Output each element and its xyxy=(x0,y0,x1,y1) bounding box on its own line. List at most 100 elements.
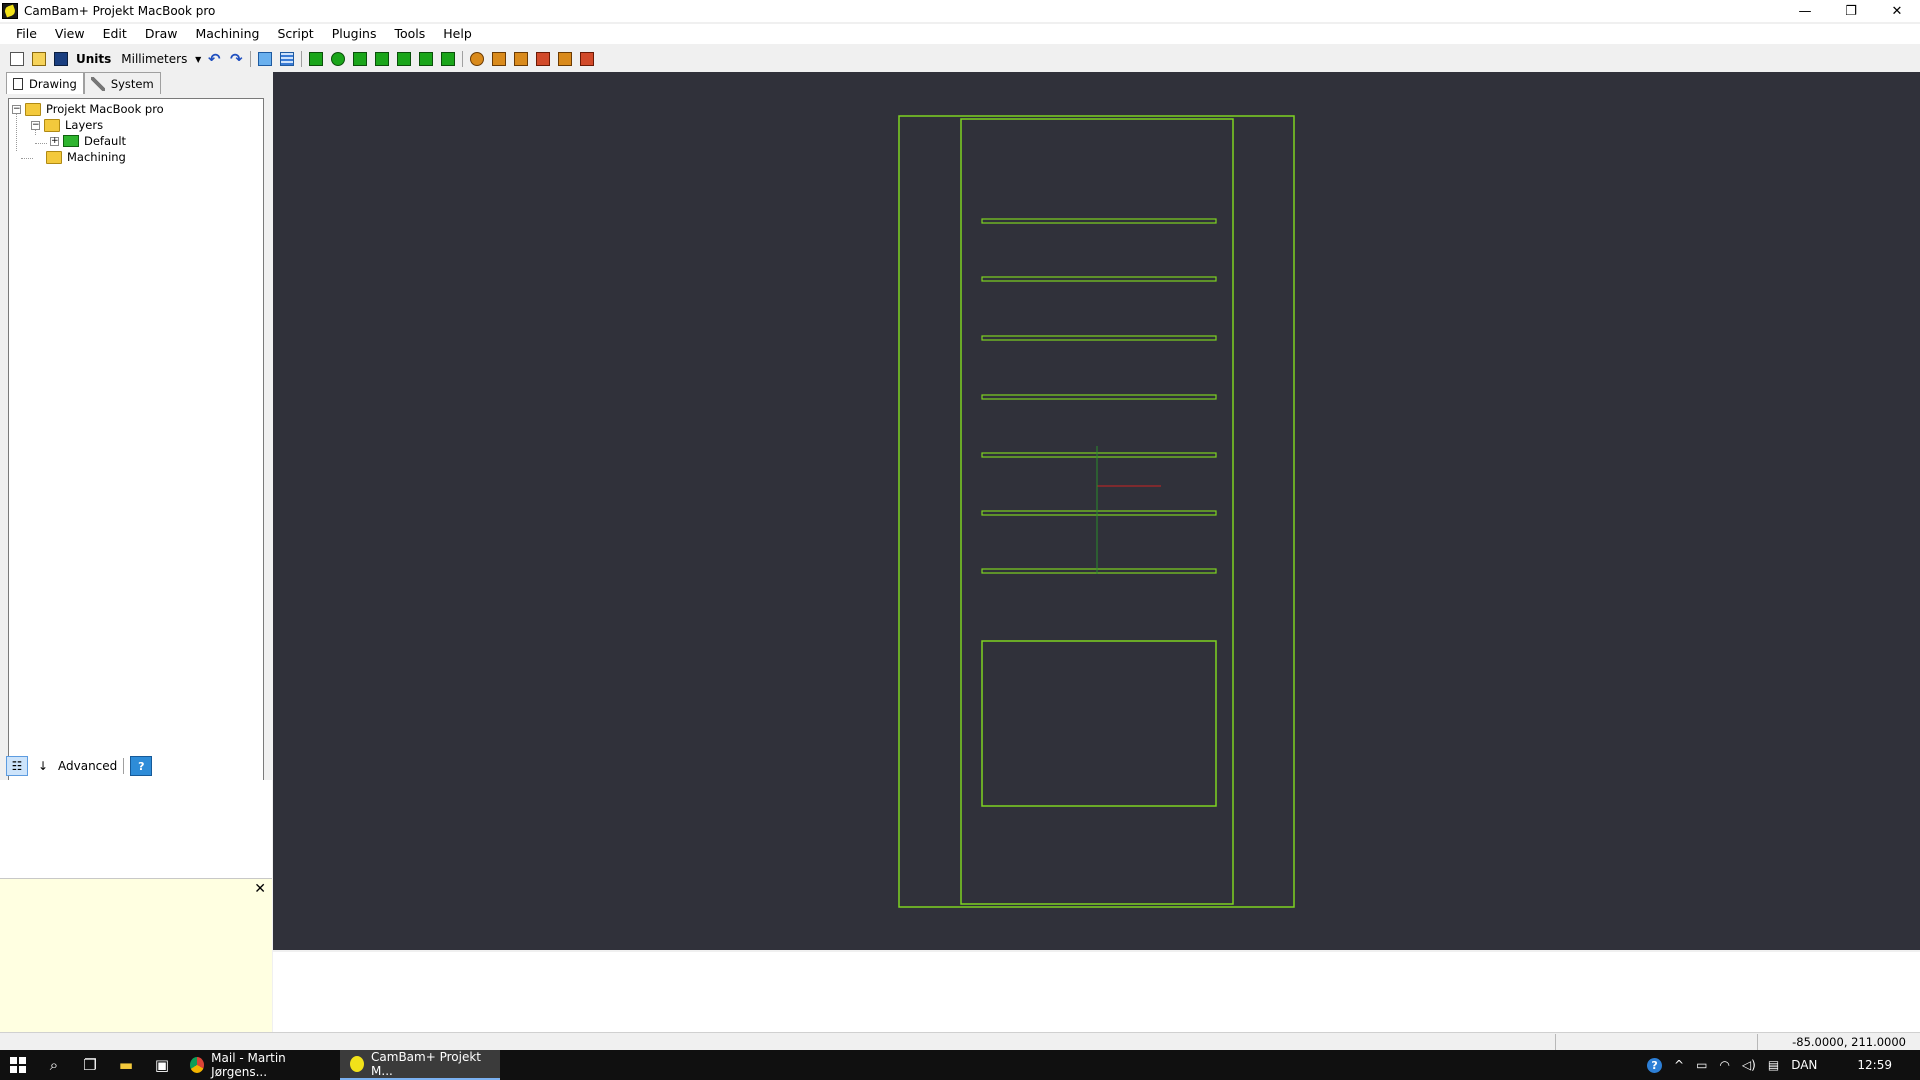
redo-icon[interactable]: ↷ xyxy=(226,49,246,69)
folder-icon xyxy=(25,102,41,116)
collapse-icon[interactable]: − xyxy=(12,104,21,114)
wrench-icon xyxy=(90,76,105,91)
grid-icon[interactable] xyxy=(277,49,297,69)
polygon-icon[interactable] xyxy=(416,49,436,69)
taskbar-app-mail[interactable]: Mail - Martin Jørgens... xyxy=(180,1050,340,1080)
undo-icon[interactable]: ↶ xyxy=(204,49,224,69)
layer-icon xyxy=(63,135,79,147)
chevron-up-icon[interactable]: ^ xyxy=(1674,1058,1684,1072)
points-icon[interactable] xyxy=(350,49,370,69)
minimize-button[interactable]: — xyxy=(1782,0,1828,22)
circle-icon[interactable] xyxy=(328,49,348,69)
slot-5[interactable] xyxy=(981,452,1217,458)
store-icon[interactable]: ▣ xyxy=(144,1050,180,1080)
title-bar: CamBam+ Projekt MacBook pro — ❐ ✕ xyxy=(0,0,1920,22)
pocket-icon[interactable] xyxy=(489,49,509,69)
tree-item-label: Machining xyxy=(67,150,126,164)
menu-draw[interactable]: Draw xyxy=(136,24,187,44)
slot-3[interactable] xyxy=(981,335,1217,341)
menu-plugins[interactable]: Plugins xyxy=(323,24,386,44)
help-pane: ✕ xyxy=(0,878,272,1032)
windows-taskbar: ⌕ ❐ ▬ ▣ Mail - Martin Jørgens... CamBam+… xyxy=(0,1050,1920,1080)
view-icon[interactable] xyxy=(255,49,275,69)
main-toolbar: Units Millimeters ▼ ↶ ↷ xyxy=(0,48,1920,70)
rectangle-icon[interactable] xyxy=(372,49,392,69)
open-folder-icon[interactable] xyxy=(29,49,49,69)
document-icon xyxy=(13,77,23,90)
slot-7[interactable] xyxy=(981,568,1217,574)
restore-button[interactable]: ❐ xyxy=(1828,0,1874,22)
battery-icon[interactable]: ▭ xyxy=(1696,1058,1707,1072)
message-area xyxy=(273,952,1920,1032)
task-view-icon[interactable]: ❐ xyxy=(72,1050,108,1080)
drill-icon[interactable] xyxy=(511,49,531,69)
window-controls: — ❐ ✕ xyxy=(1782,0,1920,22)
search-icon[interactable]: ⌕ xyxy=(36,1050,72,1080)
slot-2[interactable] xyxy=(981,276,1217,282)
tab-drawing[interactable]: Drawing xyxy=(6,72,84,94)
taskbar-app-cambam[interactable]: CamBam+ Projekt M... xyxy=(340,1050,500,1080)
slot-1[interactable] xyxy=(981,218,1217,224)
tree-item-project[interactable]: − Projekt MacBook pro xyxy=(12,101,164,117)
clock[interactable]: 12:59 xyxy=(1857,1058,1892,1072)
language-indicator[interactable]: DAN xyxy=(1791,1058,1817,1072)
close-button[interactable]: ✕ xyxy=(1874,0,1920,22)
help-icon[interactable]: ? xyxy=(130,756,153,776)
notification-icon[interactable]: ▤ xyxy=(1768,1058,1779,1072)
engrave-icon[interactable] xyxy=(533,49,553,69)
left-panel: Drawing System − Projekt MacBook pro − L… xyxy=(0,72,272,948)
folder-icon xyxy=(44,118,60,132)
profile-icon[interactable] xyxy=(467,49,487,69)
menu-machining[interactable]: Machining xyxy=(186,24,268,44)
volume-icon[interactable]: ◁) xyxy=(1742,1058,1756,1072)
system-tray: ? ^ ▭ ◠ ◁) ▤ DAN 12:59 xyxy=(1641,1050,1920,1080)
menu-help[interactable]: Help xyxy=(434,24,481,44)
advanced-toggle[interactable]: Advanced xyxy=(58,759,117,773)
menu-bar: File View Edit Draw Machining Script Plu… xyxy=(0,24,1920,44)
lathe-icon[interactable] xyxy=(555,49,575,69)
polyline-icon[interactable] xyxy=(306,49,326,69)
text-icon[interactable] xyxy=(394,49,414,69)
tree-item-machining[interactable]: Machining xyxy=(46,149,126,165)
drawing-canvas[interactable] xyxy=(273,72,1920,950)
units-dropdown[interactable]: Millimeters ▼ xyxy=(117,50,203,68)
new-file-icon[interactable] xyxy=(7,49,27,69)
menu-script[interactable]: Script xyxy=(268,24,322,44)
collapse-icon[interactable]: − xyxy=(31,120,40,130)
tab-drawing-label: Drawing xyxy=(29,76,77,91)
bottom-pocket[interactable] xyxy=(981,640,1217,807)
tree-connector xyxy=(21,158,33,159)
menu-file[interactable]: File xyxy=(7,24,46,44)
windows-start-icon[interactable] xyxy=(0,1050,36,1080)
tree-connector xyxy=(35,143,47,144)
chrome-icon xyxy=(190,1057,205,1073)
slot-4[interactable] xyxy=(981,394,1217,400)
save-icon[interactable] xyxy=(51,49,71,69)
tree-item-label: Projekt MacBook pro xyxy=(46,102,164,116)
status-divider xyxy=(1757,1034,1758,1050)
tree-connector xyxy=(16,111,17,151)
close-icon[interactable]: ✕ xyxy=(254,881,266,897)
file-explorer-icon[interactable]: ▬ xyxy=(108,1050,144,1080)
cursor-coordinates: -85.0000, 211.0000 xyxy=(1792,1035,1906,1049)
expand-icon[interactable]: + xyxy=(50,136,59,146)
help-icon[interactable]: ? xyxy=(1647,1057,1663,1073)
wifi-icon[interactable]: ◠ xyxy=(1719,1058,1729,1072)
3d-profile-icon[interactable] xyxy=(577,49,597,69)
folder-icon xyxy=(46,150,62,164)
tree-item-default-layer[interactable]: + Default xyxy=(50,133,126,149)
toolbar-separator xyxy=(250,51,252,67)
menu-view[interactable]: View xyxy=(46,24,94,44)
sort-alphabetical-icon[interactable]: ↓ xyxy=(32,756,54,776)
3d-surface-icon[interactable] xyxy=(438,49,458,69)
menu-edit[interactable]: Edit xyxy=(94,24,136,44)
cambam-icon xyxy=(350,1056,365,1072)
categorized-view-icon[interactable]: ☷ xyxy=(6,756,28,776)
status-divider xyxy=(1555,1034,1556,1050)
toolbar-separator xyxy=(462,51,464,67)
slot-6[interactable] xyxy=(981,510,1217,516)
tree-item-layers[interactable]: − Layers xyxy=(31,117,103,133)
menu-tools[interactable]: Tools xyxy=(385,24,434,44)
tab-system[interactable]: System xyxy=(83,72,161,94)
toolbar-separator xyxy=(301,51,303,67)
